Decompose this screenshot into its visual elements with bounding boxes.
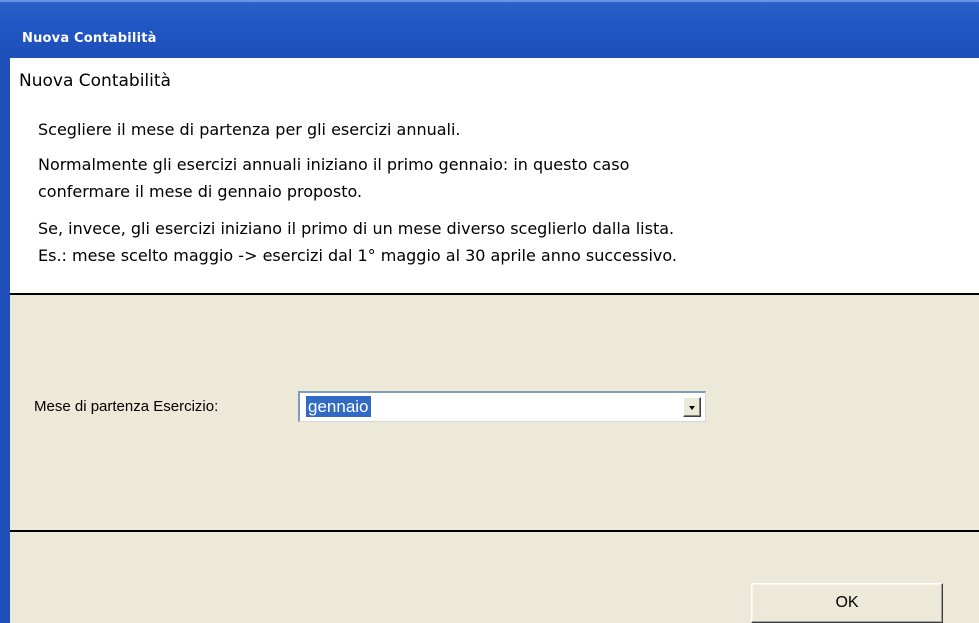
instruction-line: Normalmente gli esercizi annuali inizian…	[38, 155, 630, 174]
instruction-line: confermare il mese di gennaio proposto.	[38, 182, 363, 201]
instruction-line: Scegliere il mese di partenza per gli es…	[38, 120, 461, 139]
dropdown-button[interactable]	[683, 397, 701, 417]
dialog-window: Nuova Contabilità Nuova Contabilità Sceg…	[0, 0, 979, 623]
month-combobox[interactable]: gennaio	[298, 391, 706, 422]
ok-button[interactable]: OK	[751, 583, 943, 623]
window-title: Nuova Contabilità	[22, 31, 157, 46]
footer-separator	[10, 530, 979, 532]
title-bar[interactable]: Nuova Contabilità	[0, 0, 979, 58]
header-panel: Nuova Contabilità Scegliere il mese di p…	[10, 58, 979, 293]
month-selected-value[interactable]: gennaio	[306, 396, 371, 417]
header-separator	[10, 293, 979, 295]
window-border	[0, 58, 10, 623]
month-label: Mese di partenza Esercizio:	[34, 398, 219, 415]
header-title: Nuova Contabilità	[19, 71, 171, 91]
instruction-line: Se, invece, gli esercizi iniziano il pri…	[38, 219, 675, 238]
instruction-line: Es.: mese scelto maggio -> esercizi dal …	[38, 246, 677, 265]
chevron-down-icon	[689, 406, 695, 410]
